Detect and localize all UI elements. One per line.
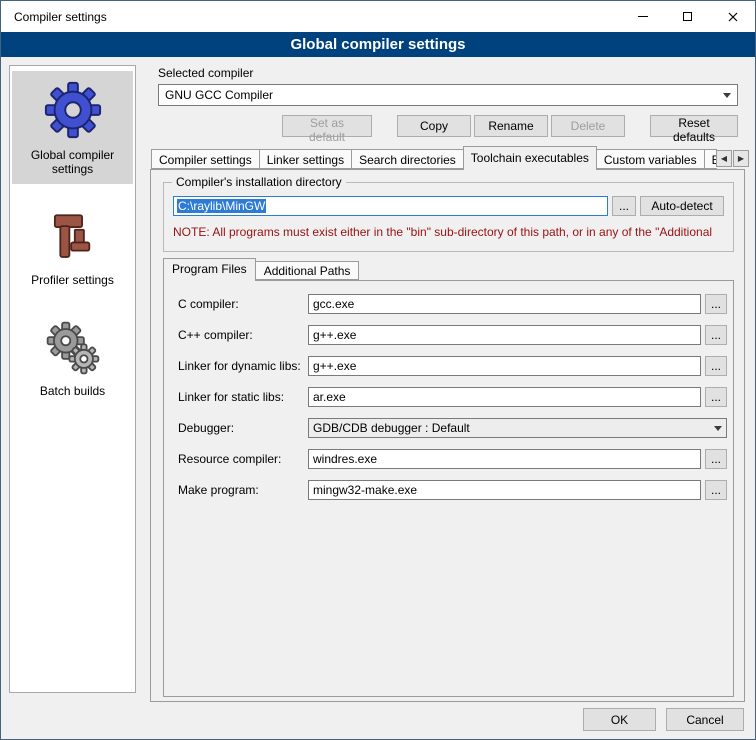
window-controls [620, 1, 755, 32]
sidebar-item-batch-builds[interactable]: Batch builds [12, 311, 133, 406]
dialog-footer: OK Cancel [583, 708, 744, 731]
field-value: g++.exe [313, 359, 356, 373]
make-program-browse-button[interactable]: ... [705, 480, 727, 500]
tab-linker-settings[interactable]: Linker settings [259, 149, 352, 169]
make-program-label: Make program: [178, 483, 308, 497]
install-dir-row: C:\raylib\MinGW ... Auto-detect [173, 196, 724, 216]
sidebar-item-label: Global compiler settings [31, 148, 114, 176]
resource-compiler-label: Resource compiler: [178, 452, 308, 466]
group-title: Compiler's installation directory [172, 175, 346, 189]
minimize-button[interactable] [620, 1, 665, 32]
set-as-default-button: Set as default [282, 115, 372, 137]
sidebar-item-label: Batch builds [40, 384, 105, 398]
maximize-button[interactable] [665, 1, 710, 32]
window-title: Compiler settings [1, 10, 107, 24]
gear-blue-icon [42, 79, 104, 141]
subtab-strip: Program Files Additional Paths [163, 258, 358, 281]
sidebar-item-profiler-settings[interactable]: Profiler settings [12, 200, 133, 295]
resource-compiler-input[interactable]: windres.exe [308, 449, 701, 469]
field-row: Linker for dynamic libs: g++.exe ... [178, 356, 727, 376]
install-dir-input[interactable]: C:\raylib\MinGW [173, 196, 608, 216]
tab-toolchain-executables[interactable]: Toolchain executables [463, 146, 597, 170]
main-content: Selected compiler GNU GCC Compiler Set a… [146, 63, 749, 711]
note-text: NOTE: All programs must exist either in … [173, 225, 731, 239]
resource-compiler-browse-button[interactable]: ... [705, 449, 727, 469]
tab-search-directories[interactable]: Search directories [351, 149, 464, 169]
maximize-icon [683, 12, 692, 21]
title-bar: Compiler settings [1, 1, 755, 32]
cpp-compiler-input[interactable]: g++.exe [308, 325, 701, 345]
profiler-tool-icon [44, 208, 102, 266]
c-compiler-browse-button[interactable]: ... [705, 294, 727, 314]
sidebar-item-global-compiler-settings[interactable]: Global compiler settings [12, 71, 133, 184]
toolchain-executables-panel: Compiler's installation directory C:\ray… [150, 169, 745, 702]
auto-detect-button[interactable]: Auto-detect [640, 196, 724, 216]
rename-button[interactable]: Rename [474, 115, 548, 137]
dialog-header: Global compiler settings [1, 32, 755, 57]
copy-button[interactable]: Copy [397, 115, 471, 137]
close-icon [728, 12, 738, 22]
debugger-select[interactable]: GDB/CDB debugger : Default [308, 418, 727, 438]
chevron-down-icon [723, 93, 731, 98]
debugger-select-value: GDB/CDB debugger : Default [313, 421, 470, 435]
installation-directory-group: Compiler's installation directory C:\ray… [163, 182, 734, 252]
tab-scroll-arrows: ◀ ▶ [716, 150, 749, 167]
field-value: mingw32-make.exe [313, 483, 417, 497]
arrow-left-icon: ◀ [721, 155, 727, 163]
dynamic-linker-input[interactable]: g++.exe [308, 356, 701, 376]
selected-text: C:\raylib\MinGW [177, 199, 266, 213]
field-row: Debugger: GDB/CDB debugger : Default [178, 418, 727, 438]
selected-compiler-label: Selected compiler [158, 66, 253, 80]
ok-button[interactable]: OK [583, 708, 656, 731]
tabs-clip: Compiler settings Linker settings Search… [151, 146, 717, 170]
close-button[interactable] [710, 1, 755, 32]
dynamic-linker-label: Linker for dynamic libs: [178, 359, 308, 373]
install-dir-browse-button[interactable]: ... [612, 196, 636, 216]
tab-scroll-right-button[interactable]: ▶ [733, 150, 749, 167]
subtab-additional-paths[interactable]: Additional Paths [255, 261, 360, 280]
cancel-button[interactable]: Cancel [666, 708, 744, 731]
debugger-label: Debugger: [178, 421, 308, 435]
static-linker-browse-button[interactable]: ... [705, 387, 727, 407]
sidebar-item-label: Profiler settings [31, 273, 114, 287]
compiler-buttons-row: Set as default Copy Rename Delete Reset … [158, 115, 738, 137]
field-row: C compiler: gcc.exe ... [178, 294, 727, 314]
field-row: Make program: mingw32-make.exe ... [178, 480, 727, 500]
field-row: Resource compiler: windres.exe ... [178, 449, 727, 469]
minimize-icon [638, 16, 648, 17]
field-row: C++ compiler: g++.exe ... [178, 325, 727, 345]
gears-gray-icon [44, 319, 102, 377]
tab-build-clipped[interactable]: Buil [704, 149, 717, 169]
arrow-right-icon: ▶ [738, 155, 744, 163]
static-linker-label: Linker for static libs: [178, 390, 308, 404]
compiler-select-value: GNU GCC Compiler [165, 88, 273, 102]
cpp-compiler-browse-button[interactable]: ... [705, 325, 727, 345]
compiler-settings-window: Compiler settings Global compiler settin… [0, 0, 756, 740]
tab-custom-variables[interactable]: Custom variables [596, 149, 705, 169]
field-row: Linker for static libs: ar.exe ... [178, 387, 727, 407]
make-program-input[interactable]: mingw32-make.exe [308, 480, 701, 500]
c-compiler-label: C compiler: [178, 297, 308, 311]
tab-scroll-left-button[interactable]: ◀ [716, 150, 732, 167]
reset-defaults-button[interactable]: Reset defaults [650, 115, 738, 137]
chevron-down-icon [714, 426, 722, 431]
delete-button: Delete [551, 115, 625, 137]
dynamic-linker-browse-button[interactable]: ... [705, 356, 727, 376]
field-value: g++.exe [313, 328, 356, 342]
field-value: gcc.exe [313, 297, 354, 311]
field-value: windres.exe [313, 452, 377, 466]
tab-strip: Compiler settings Linker settings Search… [151, 146, 749, 170]
program-files-panel: C compiler: gcc.exe ... C++ compiler: g+… [163, 280, 734, 697]
cpp-compiler-label: C++ compiler: [178, 328, 308, 342]
subtab-program-files[interactable]: Program Files [163, 258, 256, 281]
field-value: ar.exe [313, 390, 346, 404]
tab-compiler-settings[interactable]: Compiler settings [151, 149, 260, 169]
sidebar: Global compiler settings Profiler settin… [9, 65, 136, 693]
static-linker-input[interactable]: ar.exe [308, 387, 701, 407]
c-compiler-input[interactable]: gcc.exe [308, 294, 701, 314]
compiler-select[interactable]: GNU GCC Compiler [158, 84, 738, 106]
